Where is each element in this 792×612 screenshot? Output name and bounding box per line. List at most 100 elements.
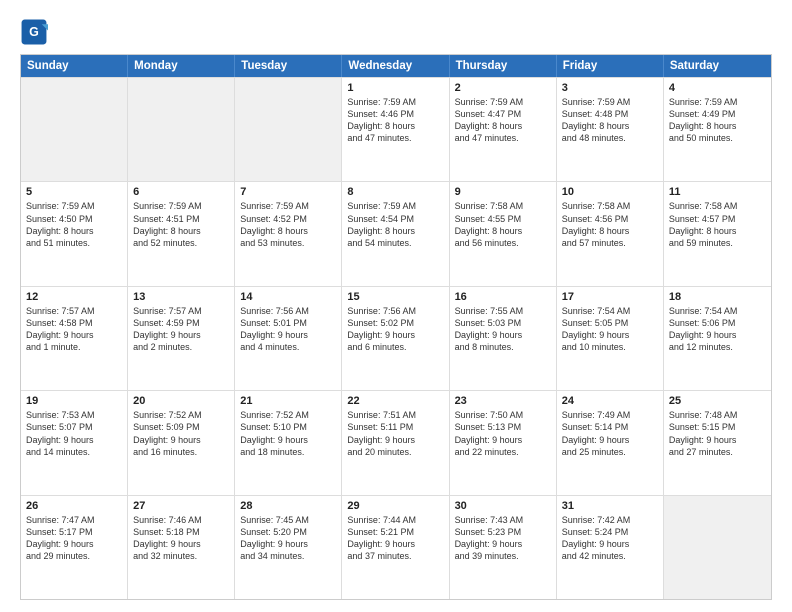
day-cell-31: 31Sunrise: 7:42 AM Sunset: 5:24 PM Dayli… xyxy=(557,496,664,599)
day-number: 3 xyxy=(562,82,658,94)
day-number: 28 xyxy=(240,500,336,512)
day-number: 25 xyxy=(669,395,766,407)
day-header-thursday: Thursday xyxy=(450,55,557,77)
day-cell-12: 12 Sunrise: 7:57 AM Sunset: 4:58 PM Dayli… xyxy=(21,287,128,390)
day-info: Sunrise: 7:58 AM Sunset: 4:55 PM Dayligh… xyxy=(455,201,524,247)
day-number: 7 xyxy=(240,186,336,198)
day-number: 12 xyxy=(26,291,122,303)
day-cell-14: 14Sunrise: 7:56 AM Sunset: 5:01 PM Dayli… xyxy=(235,287,342,390)
day-cell-27: 27 Sunrise: 7:46 AM Sunset: 5:18 PM Dayli… xyxy=(128,496,235,599)
day-info: Sunrise: 7:48 AM Sunset: 5:15 PM Dayligh… xyxy=(669,410,738,456)
day-number: 27 xyxy=(133,500,229,512)
day-info: Sunrise: 7:52 AM Sunset: 5:10 PM Dayligh… xyxy=(240,410,309,456)
day-number: 18 xyxy=(669,291,766,303)
week-row-1: 1 Sunrise: 7:59 AM Sunset: 4:46 PM Daylig… xyxy=(21,77,771,181)
day-info: Sunrise: 7:59 AM Sunset: 4:51 PM Dayligh… xyxy=(133,201,202,247)
day-cell-23: 23 Sunrise: 7:50 AM Sunset: 5:13 PM Dayli… xyxy=(450,391,557,494)
day-info: Sunrise: 7:50 AM Sunset: 5:13 PM Dayligh… xyxy=(455,410,524,456)
day-cell-30: 30 Sunrise: 7:43 AM Sunset: 5:23 PM Dayli… xyxy=(450,496,557,599)
day-number: 26 xyxy=(26,500,122,512)
header: G xyxy=(20,18,772,46)
day-number: 5 xyxy=(26,186,122,198)
day-number: 31 xyxy=(562,500,658,512)
day-number: 29 xyxy=(347,500,443,512)
day-cell-22: 22 Sunrise: 7:51 AM Sunset: 5:11 PM Dayli… xyxy=(342,391,449,494)
day-cell-4: 4Sunrise: 7:59 AM Sunset: 4:49 PM Daylig… xyxy=(664,78,771,181)
svg-text:G: G xyxy=(29,25,39,39)
day-number: 23 xyxy=(455,395,551,407)
week-row-2: 5Sunrise: 7:59 AM Sunset: 4:50 PM Daylig… xyxy=(21,181,771,285)
day-info: Sunrise: 7:56 AM Sunset: 5:02 PM Dayligh… xyxy=(347,306,416,352)
day-info: Sunrise: 7:59 AM Sunset: 4:47 PM Dayligh… xyxy=(455,97,524,143)
day-cell-17: 17 Sunrise: 7:54 AM Sunset: 5:05 PM Dayli… xyxy=(557,287,664,390)
day-number: 20 xyxy=(133,395,229,407)
day-cell-16: 16 Sunrise: 7:55 AM Sunset: 5:03 PM Dayli… xyxy=(450,287,557,390)
empty-cell xyxy=(128,78,235,181)
day-info: Sunrise: 7:58 AM Sunset: 4:57 PM Dayligh… xyxy=(669,201,738,247)
day-cell-3: 3 Sunrise: 7:59 AM Sunset: 4:48 PM Daylig… xyxy=(557,78,664,181)
calendar-header: SundayMondayTuesdayWednesdayThursdayFrid… xyxy=(21,55,771,77)
day-header-monday: Monday xyxy=(128,55,235,77)
day-number: 16 xyxy=(455,291,551,303)
day-number: 2 xyxy=(455,82,551,94)
day-cell-20: 20 Sunrise: 7:52 AM Sunset: 5:09 PM Dayli… xyxy=(128,391,235,494)
day-number: 30 xyxy=(455,500,551,512)
day-number: 8 xyxy=(347,186,443,198)
day-info: Sunrise: 7:44 AM Sunset: 5:21 PM Dayligh… xyxy=(347,515,416,561)
week-row-5: 26 Sunrise: 7:47 AM Sunset: 5:17 PM Dayli… xyxy=(21,495,771,599)
day-number: 15 xyxy=(347,291,443,303)
page: G SundayMondayTuesdayWednesdayThursdayFr… xyxy=(0,0,792,612)
day-header-friday: Friday xyxy=(557,55,664,77)
day-cell-13: 13 Sunrise: 7:57 AM Sunset: 4:59 PM Dayli… xyxy=(128,287,235,390)
day-info: Sunrise: 7:58 AM Sunset: 4:56 PM Dayligh… xyxy=(562,201,631,247)
day-header-tuesday: Tuesday xyxy=(235,55,342,77)
day-cell-29: 29 Sunrise: 7:44 AM Sunset: 5:21 PM Dayli… xyxy=(342,496,449,599)
day-info: Sunrise: 7:57 AM Sunset: 4:58 PM Dayligh… xyxy=(26,306,95,352)
day-number: 21 xyxy=(240,395,336,407)
day-info: Sunrise: 7:55 AM Sunset: 5:03 PM Dayligh… xyxy=(455,306,524,352)
day-cell-8: 8 Sunrise: 7:59 AM Sunset: 4:54 PM Daylig… xyxy=(342,182,449,285)
week-row-4: 19 Sunrise: 7:53 AM Sunset: 5:07 PM Dayli… xyxy=(21,390,771,494)
day-info: Sunrise: 7:59 AM Sunset: 4:54 PM Dayligh… xyxy=(347,201,416,247)
day-number: 6 xyxy=(133,186,229,198)
empty-cell xyxy=(235,78,342,181)
day-number: 1 xyxy=(347,82,443,94)
day-number: 13 xyxy=(133,291,229,303)
day-cell-2: 2 Sunrise: 7:59 AM Sunset: 4:47 PM Daylig… xyxy=(450,78,557,181)
empty-cell xyxy=(664,496,771,599)
day-info: Sunrise: 7:45 AM Sunset: 5:20 PM Dayligh… xyxy=(240,515,309,561)
day-number: 9 xyxy=(455,186,551,198)
day-number: 10 xyxy=(562,186,658,198)
day-cell-9: 9 Sunrise: 7:58 AM Sunset: 4:55 PM Daylig… xyxy=(450,182,557,285)
day-cell-18: 18 Sunrise: 7:54 AM Sunset: 5:06 PM Dayli… xyxy=(664,287,771,390)
day-info: Sunrise: 7:56 AM Sunset: 5:01 PM Dayligh… xyxy=(240,306,309,352)
day-info: Sunrise: 7:53 AM Sunset: 5:07 PM Dayligh… xyxy=(26,410,95,456)
day-info: Sunrise: 7:47 AM Sunset: 5:17 PM Dayligh… xyxy=(26,515,95,561)
day-cell-24: 24 Sunrise: 7:49 AM Sunset: 5:14 PM Dayli… xyxy=(557,391,664,494)
calendar-body: 1 Sunrise: 7:59 AM Sunset: 4:46 PM Daylig… xyxy=(21,77,771,599)
day-info: Sunrise: 7:49 AM Sunset: 5:14 PM Dayligh… xyxy=(562,410,631,456)
day-number: 19 xyxy=(26,395,122,407)
day-header-saturday: Saturday xyxy=(664,55,771,77)
day-cell-10: 10 Sunrise: 7:58 AM Sunset: 4:56 PM Dayli… xyxy=(557,182,664,285)
day-number: 17 xyxy=(562,291,658,303)
day-info: Sunrise: 7:59 AM Sunset: 4:49 PM Dayligh… xyxy=(669,97,738,143)
day-info: Sunrise: 7:54 AM Sunset: 5:06 PM Dayligh… xyxy=(669,306,738,352)
day-info: Sunrise: 7:57 AM Sunset: 4:59 PM Dayligh… xyxy=(133,306,202,352)
day-info: Sunrise: 7:43 AM Sunset: 5:23 PM Dayligh… xyxy=(455,515,524,561)
day-info: Sunrise: 7:59 AM Sunset: 4:48 PM Dayligh… xyxy=(562,97,631,143)
calendar: SundayMondayTuesdayWednesdayThursdayFrid… xyxy=(20,54,772,600)
day-cell-6: 6 Sunrise: 7:59 AM Sunset: 4:51 PM Daylig… xyxy=(128,182,235,285)
day-info: Sunrise: 7:52 AM Sunset: 5:09 PM Dayligh… xyxy=(133,410,202,456)
day-number: 24 xyxy=(562,395,658,407)
day-number: 22 xyxy=(347,395,443,407)
day-info: Sunrise: 7:46 AM Sunset: 5:18 PM Dayligh… xyxy=(133,515,202,561)
day-cell-25: 25 Sunrise: 7:48 AM Sunset: 5:15 PM Dayli… xyxy=(664,391,771,494)
day-header-sunday: Sunday xyxy=(21,55,128,77)
day-cell-21: 21 Sunrise: 7:52 AM Sunset: 5:10 PM Dayli… xyxy=(235,391,342,494)
day-info: Sunrise: 7:51 AM Sunset: 5:11 PM Dayligh… xyxy=(347,410,416,456)
day-number: 11 xyxy=(669,186,766,198)
day-info: Sunrise: 7:54 AM Sunset: 5:05 PM Dayligh… xyxy=(562,306,631,352)
day-cell-7: 7Sunrise: 7:59 AM Sunset: 4:52 PM Daylig… xyxy=(235,182,342,285)
day-info: Sunrise: 7:59 AM Sunset: 4:46 PM Dayligh… xyxy=(347,97,416,143)
